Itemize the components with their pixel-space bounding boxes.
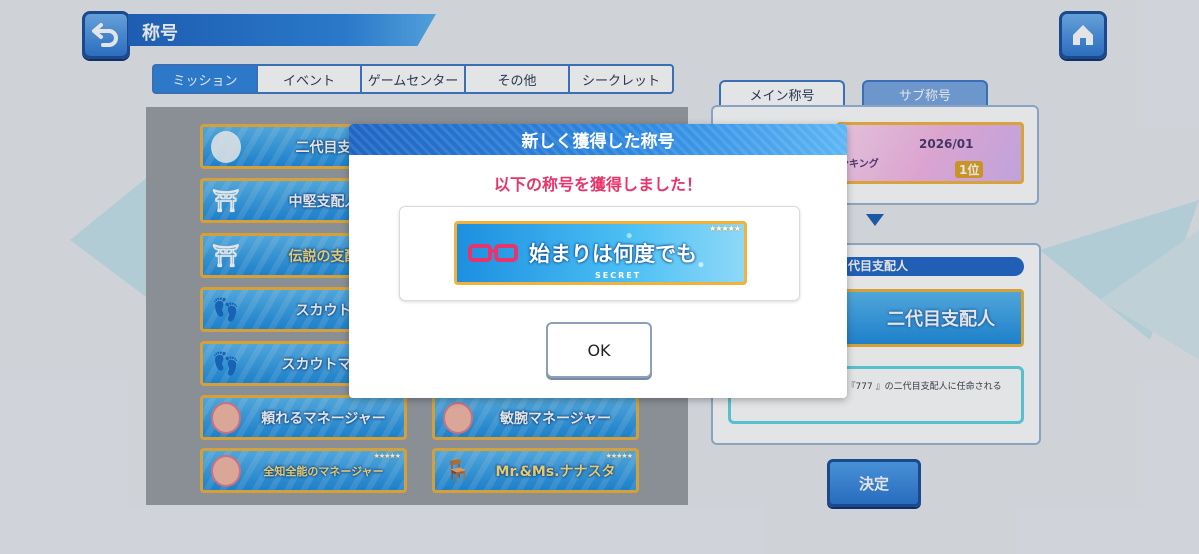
award-box: 始まりは何度でも SECRET ★★★★★	[399, 206, 800, 301]
new-title-dialog: 新しく獲得した称号 以下の称号を獲得しました！ 始まりは何度でも SECRET …	[349, 124, 847, 398]
ok-button[interactable]: OK	[546, 322, 652, 378]
glasses-icon	[468, 244, 518, 262]
dialog-header: 新しく獲得した称号	[349, 124, 847, 155]
award-badge: 始まりは何度でも SECRET ★★★★★	[454, 221, 747, 285]
dialog-message: 以下の称号を獲得しました！	[493, 175, 702, 194]
dialog-title: 新しく獲得した称号	[521, 132, 675, 152]
rarity-stars: ★★★★★	[709, 224, 741, 233]
award-subtitle: SECRET	[595, 271, 642, 280]
award-title: 始まりは何度でも	[529, 242, 697, 266]
